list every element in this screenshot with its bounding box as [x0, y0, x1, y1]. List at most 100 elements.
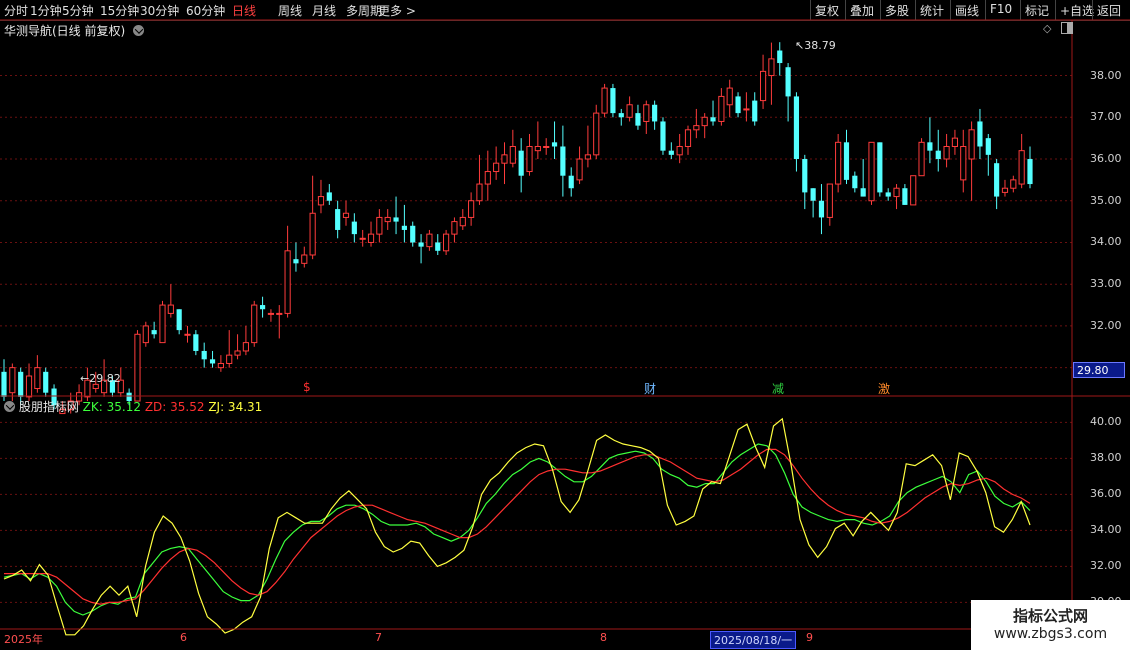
- candle[interactable]: [142, 321, 149, 347]
- candle[interactable]: [1018, 133, 1025, 189]
- event-marker-2[interactable]: 减: [771, 380, 785, 397]
- candle[interactable]: [226, 330, 233, 368]
- candlestick-chart[interactable]: [0, 0, 1130, 650]
- candle[interactable]: [584, 125, 591, 168]
- candle[interactable]: [994, 159, 1000, 210]
- candle[interactable]: [1010, 175, 1017, 193]
- candle[interactable]: [267, 309, 275, 322]
- candle[interactable]: [501, 142, 508, 185]
- candle[interactable]: [743, 92, 750, 122]
- candle[interactable]: [943, 133, 950, 168]
- candle[interactable]: [451, 217, 458, 243]
- candle[interactable]: [668, 142, 674, 160]
- candle[interactable]: [910, 175, 917, 206]
- candle[interactable]: [593, 104, 600, 160]
- candle[interactable]: [643, 100, 650, 134]
- title-dropdown-icon[interactable]: [133, 25, 145, 36]
- candle[interactable]: [893, 184, 900, 210]
- candle[interactable]: [576, 146, 583, 185]
- candle[interactable]: [151, 321, 157, 339]
- candle[interactable]: [1001, 179, 1009, 197]
- candle[interactable]: [560, 125, 566, 197]
- candle[interactable]: [843, 129, 850, 185]
- candle[interactable]: [810, 188, 816, 218]
- candle[interactable]: [877, 142, 883, 197]
- candle[interactable]: [25, 363, 33, 402]
- candle[interactable]: [34, 355, 41, 393]
- candle[interactable]: [752, 92, 758, 126]
- candle[interactable]: [234, 334, 241, 360]
- candle[interactable]: [826, 183, 833, 226]
- candle[interactable]: [1, 359, 7, 402]
- candle[interactable]: [284, 225, 291, 318]
- candle[interactable]: [618, 108, 624, 126]
- candle[interactable]: [159, 300, 166, 344]
- candle[interactable]: [351, 213, 357, 243]
- candle[interactable]: [777, 42, 783, 76]
- candle[interactable]: [852, 171, 858, 193]
- candle[interactable]: [193, 330, 199, 356]
- candle[interactable]: [660, 117, 666, 155]
- candle[interactable]: [652, 100, 658, 130]
- candle[interactable]: [201, 342, 207, 368]
- candle[interactable]: [543, 138, 550, 155]
- candle[interactable]: [493, 146, 500, 180]
- candle[interactable]: [276, 305, 283, 339]
- candle[interactable]: [927, 117, 933, 164]
- candle[interactable]: [793, 92, 800, 172]
- candle[interactable]: [342, 200, 350, 226]
- candle[interactable]: [951, 129, 959, 155]
- candle[interactable]: [176, 309, 182, 335]
- candle[interactable]: [326, 184, 332, 205]
- candle[interactable]: [735, 92, 741, 118]
- candle[interactable]: [726, 79, 733, 118]
- candle[interactable]: [134, 330, 141, 402]
- candle[interactable]: [818, 184, 825, 235]
- candle[interactable]: [443, 229, 450, 255]
- candle[interactable]: [701, 113, 708, 139]
- candle[interactable]: [43, 367, 49, 397]
- candle[interactable]: [759, 54, 767, 109]
- candle[interactable]: [626, 96, 633, 122]
- candle[interactable]: [435, 234, 441, 255]
- candle[interactable]: [977, 108, 983, 160]
- candle[interactable]: [684, 125, 692, 155]
- diamond-icon[interactable]: ◇: [1043, 22, 1051, 35]
- candle[interactable]: [476, 154, 483, 205]
- candle[interactable]: [1027, 146, 1033, 189]
- candle[interactable]: [601, 83, 608, 118]
- candle[interactable]: [217, 355, 224, 372]
- candle[interactable]: [960, 129, 967, 193]
- candle[interactable]: [526, 133, 533, 176]
- panel-toggle-icon[interactable]: [1061, 22, 1073, 34]
- candle[interactable]: [868, 141, 875, 205]
- candle[interactable]: [426, 229, 433, 251]
- candle[interactable]: [918, 138, 925, 177]
- candle[interactable]: [367, 221, 375, 247]
- candle[interactable]: [393, 196, 399, 235]
- candle[interactable]: [518, 138, 524, 193]
- candle[interactable]: [468, 192, 475, 226]
- candle[interactable]: [718, 88, 725, 126]
- candle[interactable]: [509, 129, 516, 168]
- candle[interactable]: [693, 108, 700, 139]
- candle[interactable]: [418, 234, 424, 264]
- candle[interactable]: [293, 242, 299, 272]
- candle[interactable]: [384, 209, 391, 230]
- candle[interactable]: [401, 204, 407, 243]
- candle[interactable]: [551, 121, 558, 160]
- candle[interactable]: [209, 350, 216, 368]
- candle[interactable]: [9, 363, 16, 402]
- candle[interactable]: [259, 296, 266, 318]
- candle[interactable]: [534, 121, 541, 160]
- candle[interactable]: [459, 209, 466, 230]
- candle[interactable]: [985, 133, 991, 176]
- candle[interactable]: [885, 188, 891, 201]
- event-marker-3[interactable]: 激: [877, 380, 891, 397]
- event-marker-1[interactable]: 财: [643, 380, 657, 397]
- candle[interactable]: [902, 184, 908, 205]
- candle[interactable]: [317, 179, 325, 214]
- event-marker-0[interactable]: $: [302, 380, 312, 394]
- candle[interactable]: [768, 42, 775, 105]
- candle[interactable]: [568, 167, 574, 197]
